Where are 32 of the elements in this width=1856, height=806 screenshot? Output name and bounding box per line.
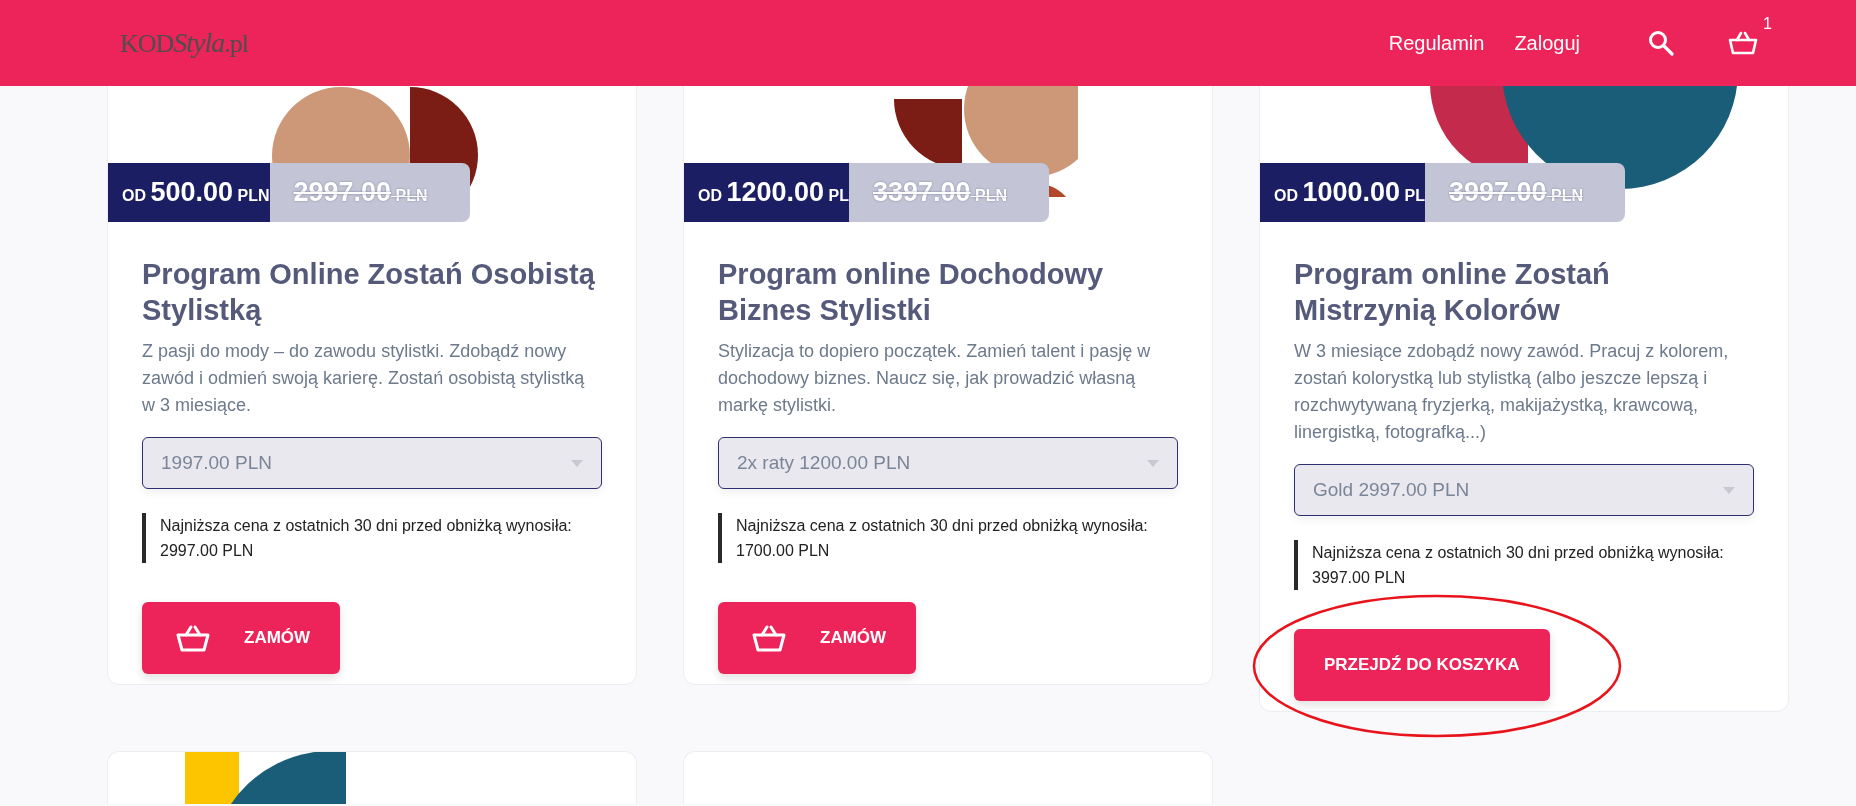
nav-link[interactable]: Zaloguj <box>1514 31 1580 55</box>
basket-icon <box>752 624 786 652</box>
order-button[interactable]: ZAMÓW <box>142 602 341 674</box>
product-description: Stylizacja to dopiero początek. Zamień talent i pasję w dochodowy biznes. Naucz się, jak prowadzić własną markę stylistki. <box>718 340 1152 417</box>
nav-link[interactable]: Regulamin <box>1388 31 1485 55</box>
product-description: W 3 miesiące zdobądź nowy zawód. Pracuj z kolorem, zostań kolorystką lub stylistką (albo jeszcze lepszą i rozchwytywaną fryzjerką, makijażystką, krawcową, linergistką, fotografką...) <box>1294 340 1730 444</box>
lowest-price-note: Najniższa cena z ostatnich 30 dni przed obniżką wynosiła: 1700.00 PLN <box>718 513 1178 563</box>
old-price-badge: 3397.00 PLN <box>848 163 1049 222</box>
product-title: Program online Zostań Mistrzynią Kolorów <box>1294 257 1611 328</box>
go-to-cart-button[interactable]: PRZEJDŹ DO KOSZYKA <box>1294 629 1550 701</box>
product-title: Program Online Zostań Osobistą Stylistką <box>142 257 596 328</box>
variant-dropdown[interactable]: 2x raty 1200.00 PLN <box>718 437 1178 489</box>
lowest-price-note: Najniższa cena z ostatnich 30 dni przed obniżką wynosiła: 3997.00 PLN <box>1294 540 1754 590</box>
price-badge: OD 500.00 PLN <box>108 163 270 222</box>
order-button[interactable]: ZAMÓW <box>718 602 917 674</box>
old-price-badge: 3997.00 PLN <box>1424 163 1625 222</box>
basket-icon <box>1728 31 1758 55</box>
price-badge: OD 1000.00 PL <box>1260 163 1425 222</box>
variant-dropdown[interactable]: 1997.00 PLN <box>142 437 602 489</box>
lowest-price-note: Najniższa cena z ostatnich 30 dni przed obniżką wynosiła: 2997.00 PLN <box>142 513 602 563</box>
product-description: Z pasji do mody – do zawodu stylistki. Zdobądź nowy zawód i odmień swoją karierę. Zostań osobistą stylistką w 3 miesiące. <box>142 340 586 417</box>
cart-count: 1 <box>1763 15 1772 33</box>
caret-icon <box>571 459 583 467</box>
old-price-badge: 2997.00 PLN <box>269 163 470 222</box>
search-icon <box>1648 30 1674 56</box>
price-badge: OD 1200.00 PL <box>684 163 849 222</box>
variant-dropdown[interactable]: Gold 2997.00 PLN <box>1294 464 1754 516</box>
search-button[interactable] <box>1646 28 1676 58</box>
basket-icon <box>176 624 210 652</box>
product-title: Program online Dochodowy Biznes Stylistki <box>718 257 1105 328</box>
caret-icon <box>1723 486 1735 494</box>
caret-icon <box>1147 459 1159 467</box>
